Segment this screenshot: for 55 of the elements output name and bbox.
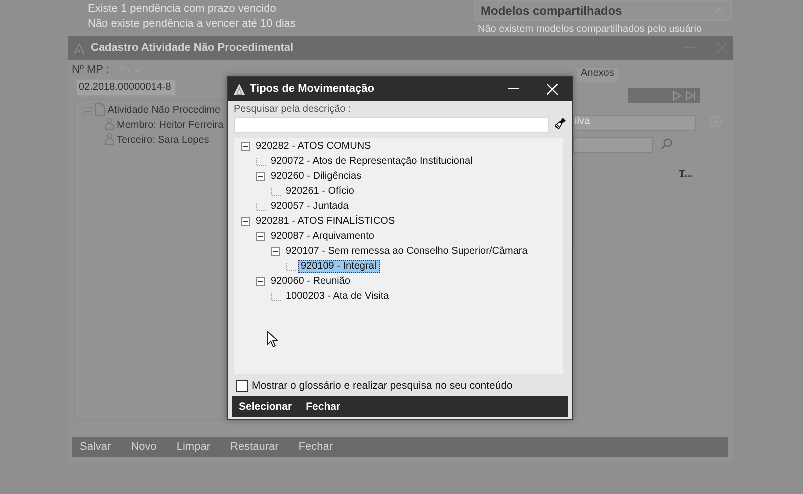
- tree-item[interactable]: 920109 - Integral: [298, 260, 380, 273]
- dialog-button[interactable]: Selecionar: [239, 400, 292, 412]
- window-title: Cadastro Atividade Não Procedimental: [91, 42, 294, 54]
- collapse-icon[interactable]: [241, 142, 250, 151]
- tree-item[interactable]: 920107 - Sem remessa ao Conselho Superior/Câmara: [283, 245, 531, 258]
- tree-connector-icon: [256, 158, 266, 166]
- checkbox[interactable]: [236, 380, 248, 392]
- collapse-icon[interactable]: [241, 217, 250, 226]
- tree-item[interactable]: 920282 - ATOS COMUNS: [253, 140, 374, 153]
- search-field[interactable]: [573, 137, 653, 153]
- tree-item[interactable]: 920261 - Ofício: [283, 185, 358, 198]
- tree-item[interactable]: 920281 - ATOS FINALÍSTICOS: [253, 215, 398, 228]
- document-icon: [94, 102, 105, 116]
- tree-item[interactable]: Atividade Não Procedime: [108, 105, 221, 116]
- person-icon: [105, 133, 114, 145]
- tree-item[interactable]: 920060 - Reunião: [268, 275, 354, 288]
- tree-connector-icon: [270, 292, 280, 300]
- mp-number-field[interactable]: 02.2018.00000014-8: [76, 79, 176, 96]
- dialog-title: Tipos de Movimentação: [250, 83, 374, 95]
- tree-item[interactable]: 920057 - Juntada: [268, 200, 352, 213]
- mouse-cursor-icon: [267, 331, 278, 348]
- tree-item[interactable]: 920087 - Arquivamento: [268, 230, 378, 243]
- empty-message: Não existem modelos compartilhados pelo usuário: [477, 23, 704, 35]
- tree-item[interactable]: Terceiro: Sara Lopes: [117, 135, 210, 146]
- action-button[interactable]: Fechar: [298, 441, 334, 453]
- tab[interactable]: Anexos: [577, 68, 618, 82]
- app-logo-icon: [234, 84, 245, 94]
- tree-item[interactable]: Membro: Heitor Ferreira: [117, 120, 224, 131]
- tree-connector-icon: [286, 262, 296, 270]
- column-header: T...: [679, 169, 692, 182]
- checkbox-label[interactable]: Mostrar o glossário e realizar pesquisa no seu conteúdo: [252, 380, 513, 392]
- notice-text: Existe 1 pendência com prazo vencido: [88, 2, 278, 17]
- action-button[interactable]: Limpar: [176, 441, 210, 453]
- search-icon[interactable]: [661, 138, 673, 150]
- person-icon: [105, 118, 114, 130]
- app-logo-icon: [74, 42, 85, 54]
- collapse-icon[interactable]: [256, 277, 265, 286]
- field-label: Nº MP :: [72, 64, 110, 76]
- collapse-icon[interactable]: [271, 247, 280, 256]
- action-button[interactable]: Novo: [131, 441, 157, 453]
- skip-end-icon[interactable]: [686, 90, 696, 100]
- action-button[interactable]: Restaurar: [230, 441, 279, 453]
- field-label: Pesquisar pela descrição :: [233, 103, 352, 117]
- tree-item[interactable]: 920072 - Atos de Representação Institucional: [268, 155, 476, 168]
- play-icon[interactable]: [673, 90, 682, 100]
- tree-item[interactable]: 920260 - Diligências: [268, 170, 365, 183]
- minimize-icon[interactable]: [508, 88, 519, 90]
- brush-icon[interactable]: [555, 117, 567, 130]
- collapse-icon[interactable]: [256, 232, 265, 241]
- notice-text: Não existe pendência a vencer até 10 dias: [88, 17, 297, 32]
- tree-item[interactable]: 1000203 - Ata de Visita: [283, 290, 392, 303]
- panel-title: Modelos compartilhados: [481, 4, 622, 18]
- collapse-icon[interactable]: [256, 172, 265, 181]
- action-button[interactable]: Salvar: [80, 441, 112, 453]
- dialog-button[interactable]: Fechar: [306, 400, 341, 412]
